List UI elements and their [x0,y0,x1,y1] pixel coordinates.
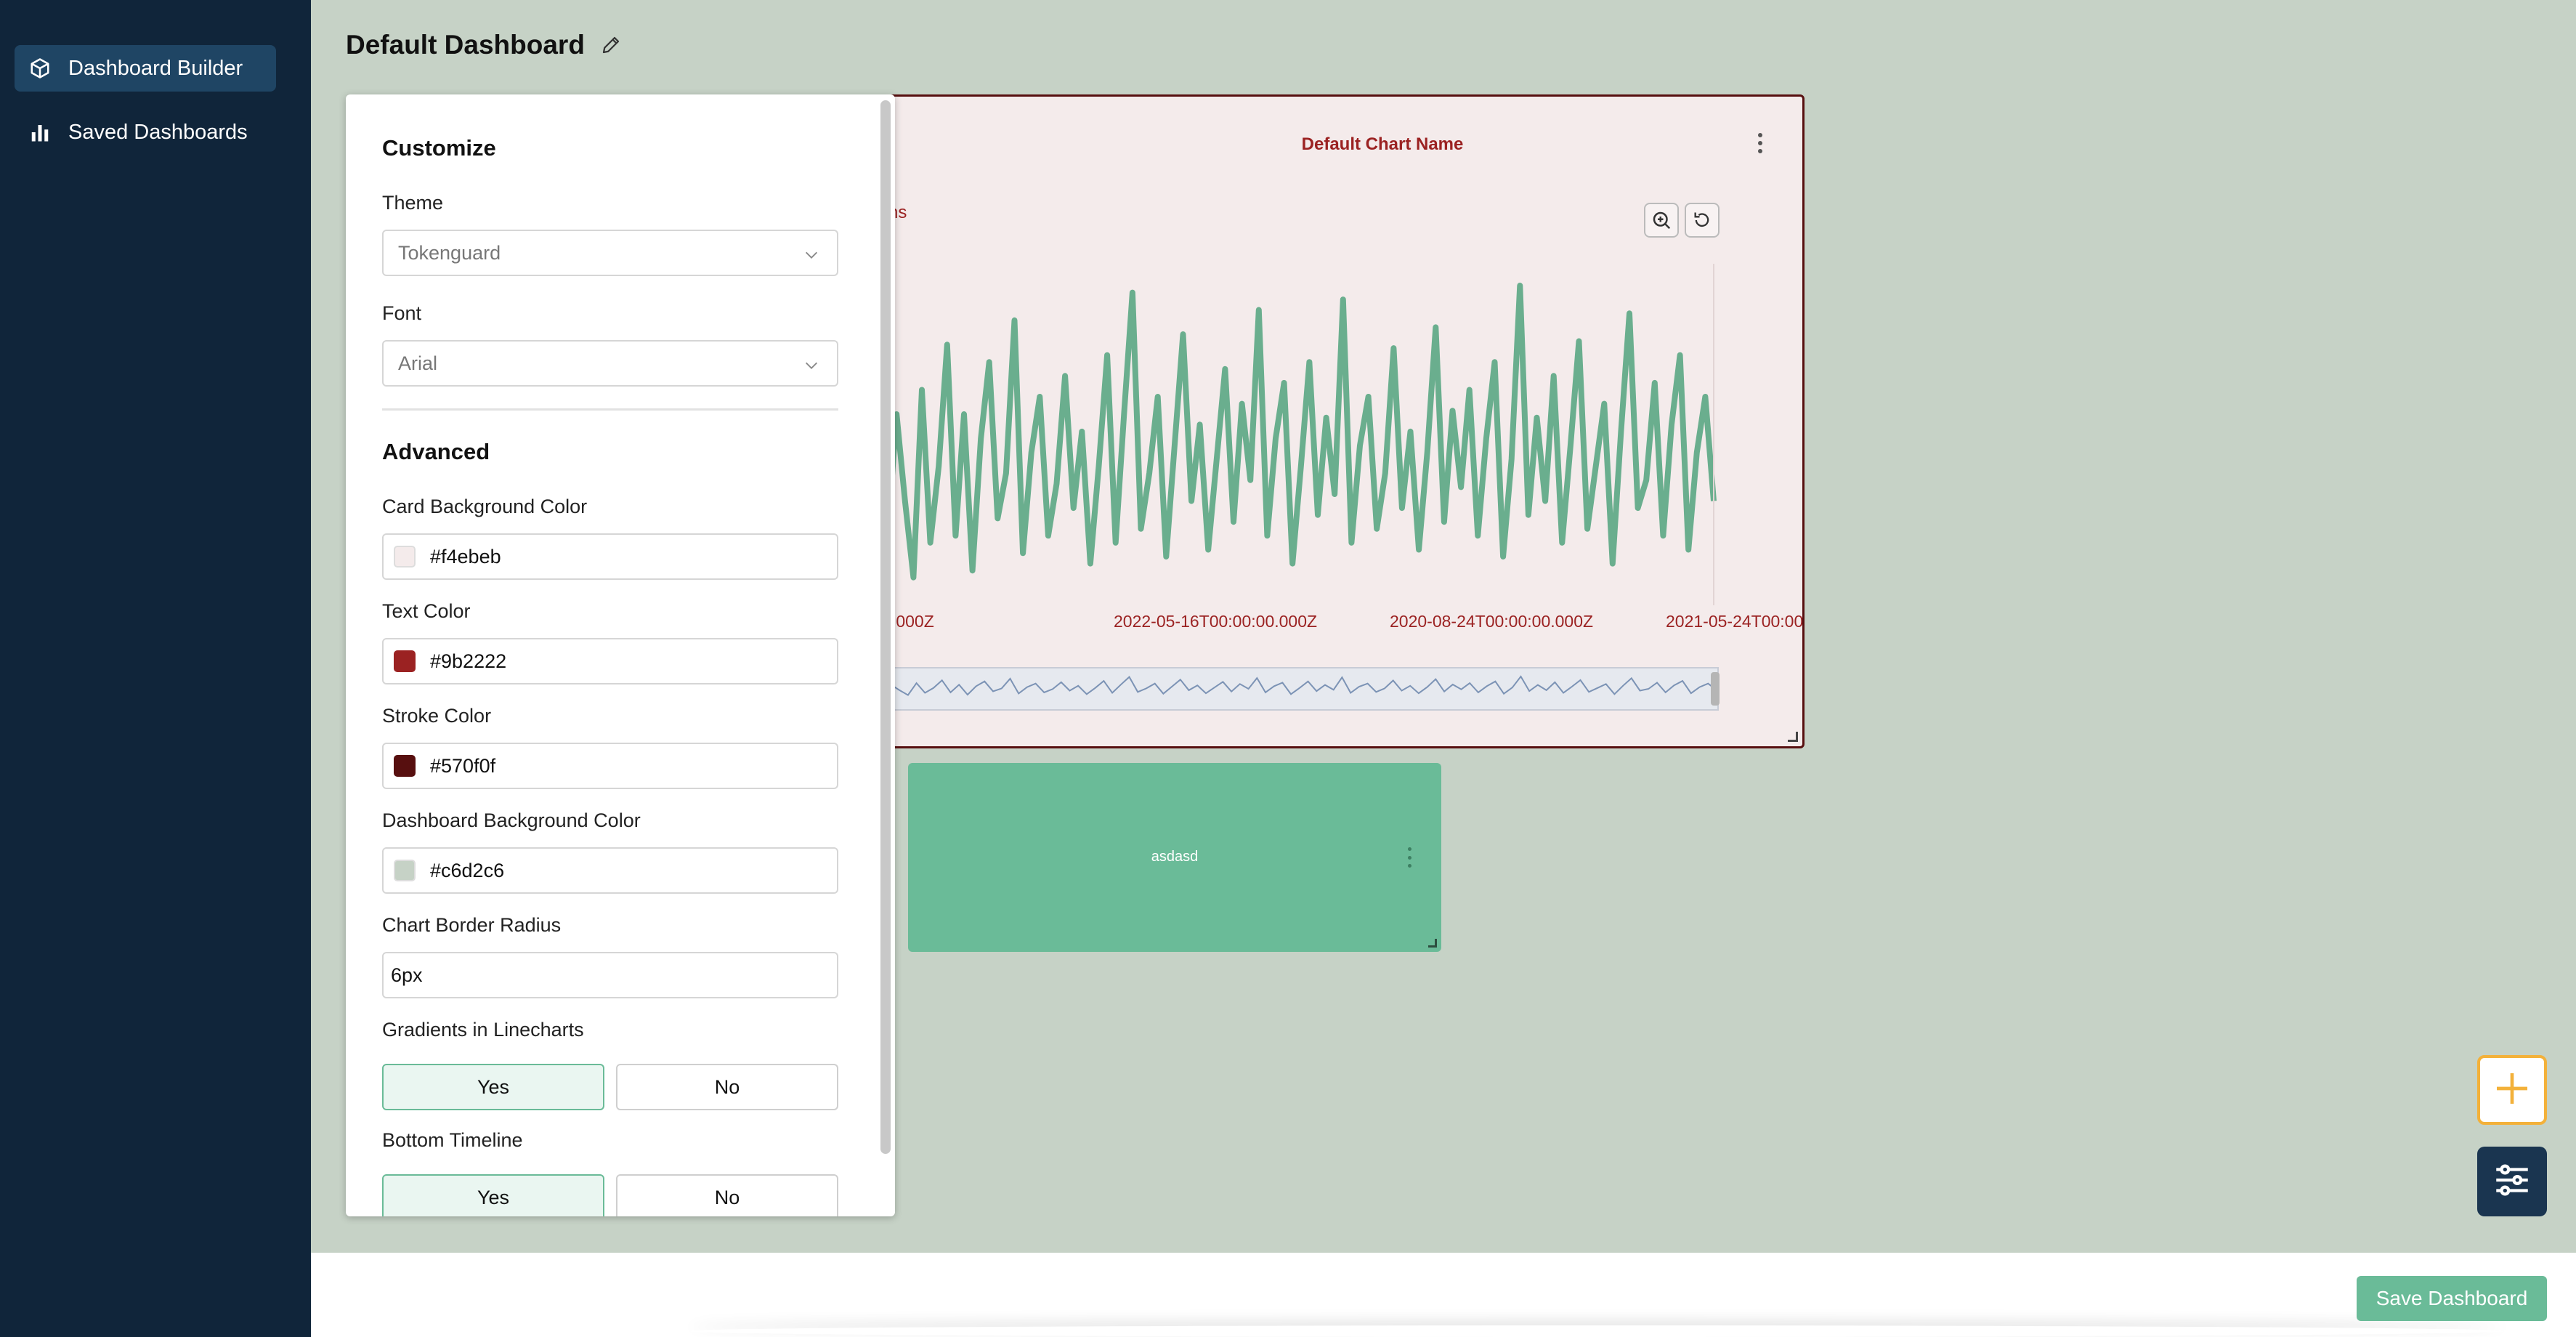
gradients-yes-button[interactable]: Yes [382,1064,604,1110]
text-color-label: Text Color [382,600,471,622]
theme-label: Theme [382,192,444,214]
chart-title: asdasd [1151,849,1199,865]
line-chart: :00:00.000Z2022-05-16T00:00:00.000Z2020-… [845,264,1805,711]
chart-card-small[interactable]: asdasd [908,763,1441,952]
chevron-down-icon [802,246,821,268]
more-vertical-icon[interactable] [1405,847,1414,868]
x-tick-label: 2020-08-24T00:00:00.000Z [1390,612,1593,631]
border-radius-input[interactable]: 6px [382,952,838,998]
color-swatch[interactable] [394,546,416,567]
save-dashboard-button[interactable]: Save Dashboard [2357,1276,2547,1321]
theme-select[interactable]: Tokenguard [382,230,838,276]
zoom-in-icon[interactable] [1644,203,1679,238]
page-header: Default Dashboard [346,28,624,62]
theme-value: Tokenguard [398,241,501,264]
sidebar: Dashboard Builder Saved Dashboards [0,0,311,1337]
border-radius-label: Chart Border Radius [382,914,562,936]
timeline-yes-button[interactable]: Yes [382,1174,604,1216]
gradients-label: Gradients in Linecharts [382,1019,584,1041]
dashboard-bg-label: Dashboard Background Color [382,809,641,831]
text-color-value: #9b2222 [430,650,507,672]
sidebar-item-label: Saved Dashboards [68,120,248,144]
border-radius-value: 6px [391,964,423,986]
stroke-color-label: Stroke Color [382,705,492,727]
x-tick-label: 2022-05-16T00:00:00.000Z [1114,612,1317,631]
font-label: Font [382,302,422,324]
pencil-icon[interactable] [598,32,624,58]
text-color-field[interactable]: #9b2222 [382,638,838,684]
font-value: Arial [398,352,438,374]
page-title: Default Dashboard [346,30,585,60]
footer-bar: Save Dashboard [311,1253,2576,1337]
add-chart-button[interactable] [2477,1055,2547,1125]
dashboard-bg-color-field[interactable]: #c6d2c6 [382,847,838,894]
chevron-down-icon [802,356,821,379]
stroke-color-value: #570f0f [430,754,496,777]
sliders-icon [2491,1159,2533,1205]
footer-shadow [689,1325,2505,1337]
x-tick-label: 2021-05-24T00:00:00.00 [1666,612,1805,631]
bar-chart-icon [28,120,52,145]
chart-card[interactable]: :00:00.000Z2022-05-16T00:00:00.000Z2020-… [843,94,1805,748]
plus-icon [2492,1068,2532,1112]
chart-title: Default Chart Name [1301,134,1464,154]
timeline-no-button[interactable]: No [616,1174,838,1216]
series-line [877,283,1717,581]
gradients-no-button[interactable]: No [616,1064,838,1110]
stroke-color-field[interactable]: #570f0f [382,743,838,789]
color-swatch[interactable] [394,860,416,881]
customize-heading: Customize [382,135,496,161]
card-bg-label: Card Background Color [382,496,588,517]
customize-panel: Customize Theme Tokenguard Font Arial Ad… [346,94,895,1216]
card-bg-value: #f4ebeb [430,545,501,567]
reset-zoom-icon[interactable] [1685,203,1720,238]
sidebar-item-dashboard-builder[interactable]: Dashboard Builder [15,45,276,92]
more-vertical-icon[interactable] [1753,130,1767,156]
card-bg-color-field[interactable]: #f4ebeb [382,533,838,580]
timeline-label: Bottom Timeline [382,1129,523,1151]
dashboard-bg-value: #c6d2c6 [430,859,505,881]
sidebar-item-saved-dashboards[interactable]: Saved Dashboards [15,109,276,155]
resize-handle[interactable] [1428,939,1437,948]
font-select[interactable]: Arial [382,340,838,387]
color-swatch[interactable] [394,755,416,777]
zoom-slider-handle[interactable] [1711,672,1720,706]
panel-scrollbar[interactable] [880,100,891,1154]
cube-icon [28,56,52,81]
advanced-heading: Advanced [382,439,490,464]
settings-button[interactable] [2477,1147,2547,1216]
resize-handle[interactable] [1788,732,1798,742]
divider [382,408,838,411]
sidebar-item-label: Dashboard Builder [68,56,243,80]
color-swatch[interactable] [394,650,416,672]
